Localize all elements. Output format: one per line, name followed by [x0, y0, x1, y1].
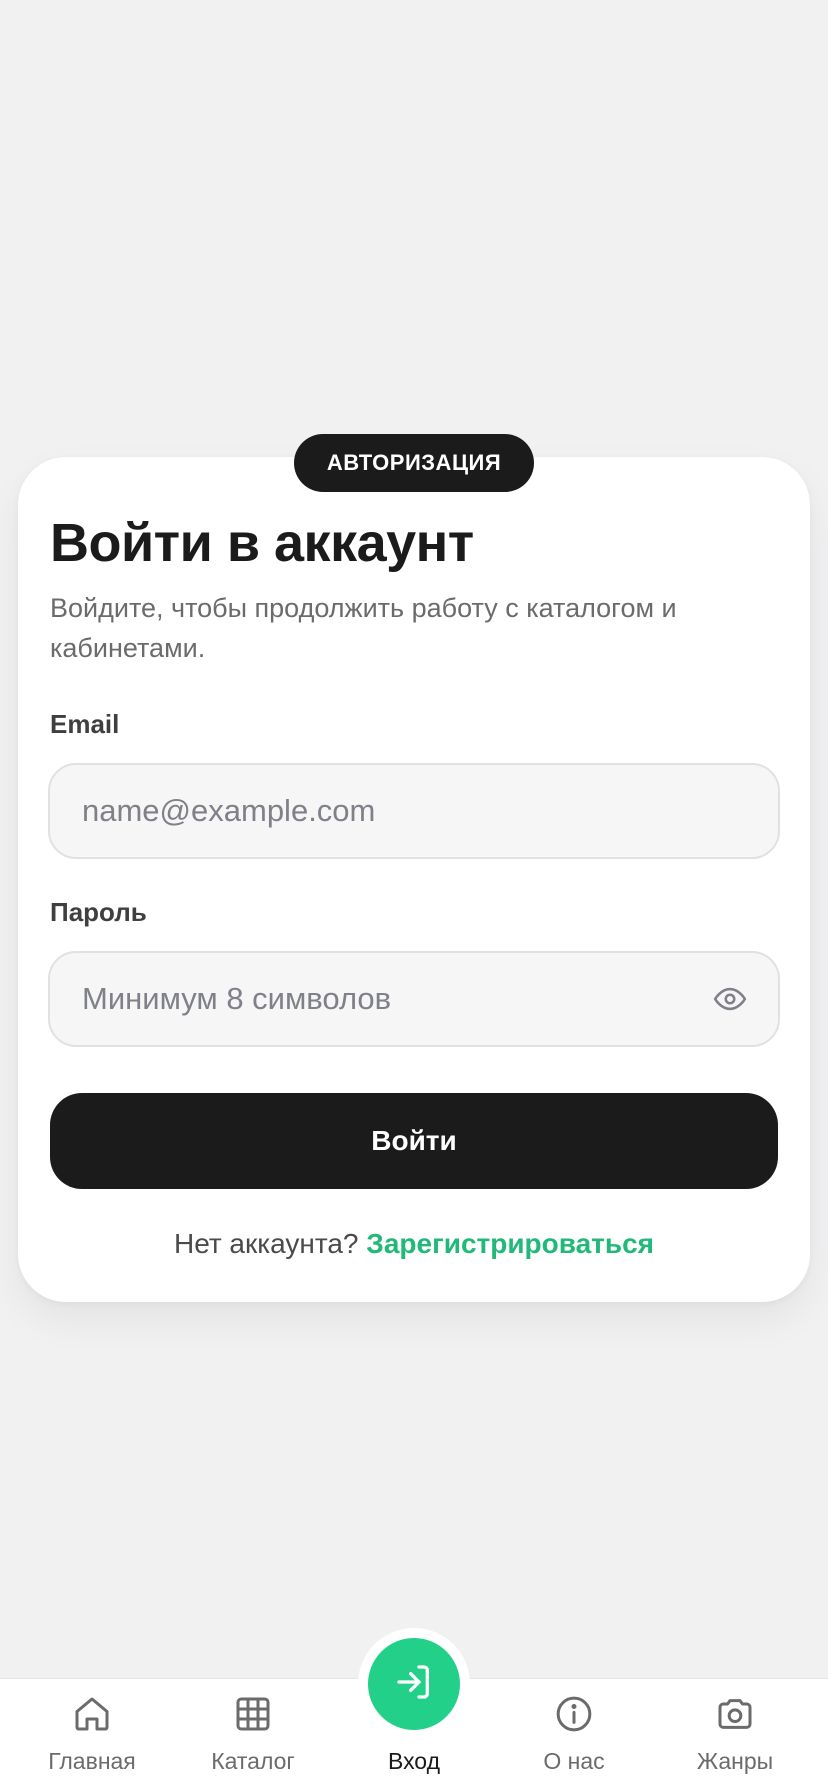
register-link[interactable]: Зарегистрироваться [366, 1228, 654, 1259]
nav-label-login: Вход [387, 1748, 441, 1774]
email-field-container [48, 763, 780, 859]
nav-label-about: О нас [543, 1748, 605, 1774]
login-button[interactable]: Войти [50, 1093, 778, 1189]
login-page: АВТОРИЗАЦИЯ Войти в аккаунт Войдите, что… [0, 0, 828, 1792]
page-subtitle: Войдите, чтобы продолжить работу с катал… [50, 593, 677, 663]
nav-item-home[interactable]: Главная [22, 1694, 162, 1784]
nav-item-login[interactable]: Вход [344, 1694, 484, 1784]
nav-label-catalog: Каталог [211, 1748, 295, 1774]
info-icon [554, 1694, 594, 1734]
nav-label-genres: Жанры [696, 1748, 774, 1774]
password-field[interactable] [82, 953, 746, 1045]
nav-item-about[interactable]: О нас [504, 1694, 644, 1784]
password-label: Пароль [50, 897, 147, 927]
grid-icon [233, 1694, 273, 1734]
home-icon [72, 1694, 112, 1734]
nav-label-home: Главная [48, 1748, 136, 1774]
password-field-container [48, 951, 780, 1047]
nav-item-catalog[interactable]: Каталог [183, 1694, 323, 1784]
auth-badge: АВТОРИЗАЦИЯ [294, 434, 534, 492]
page-title: Войти в аккаунт [50, 513, 474, 573]
register-prompt-text: Нет аккаунта? [173, 1228, 359, 1259]
nav-item-genres[interactable]: Жанры [665, 1694, 805, 1784]
email-field[interactable] [82, 765, 746, 857]
eye-icon[interactable] [712, 981, 748, 1017]
email-label: Email [50, 709, 120, 739]
camera-icon [715, 1694, 755, 1734]
register-prompt: Нет аккаунта? Зарегистрироваться [0, 1228, 828, 1260]
